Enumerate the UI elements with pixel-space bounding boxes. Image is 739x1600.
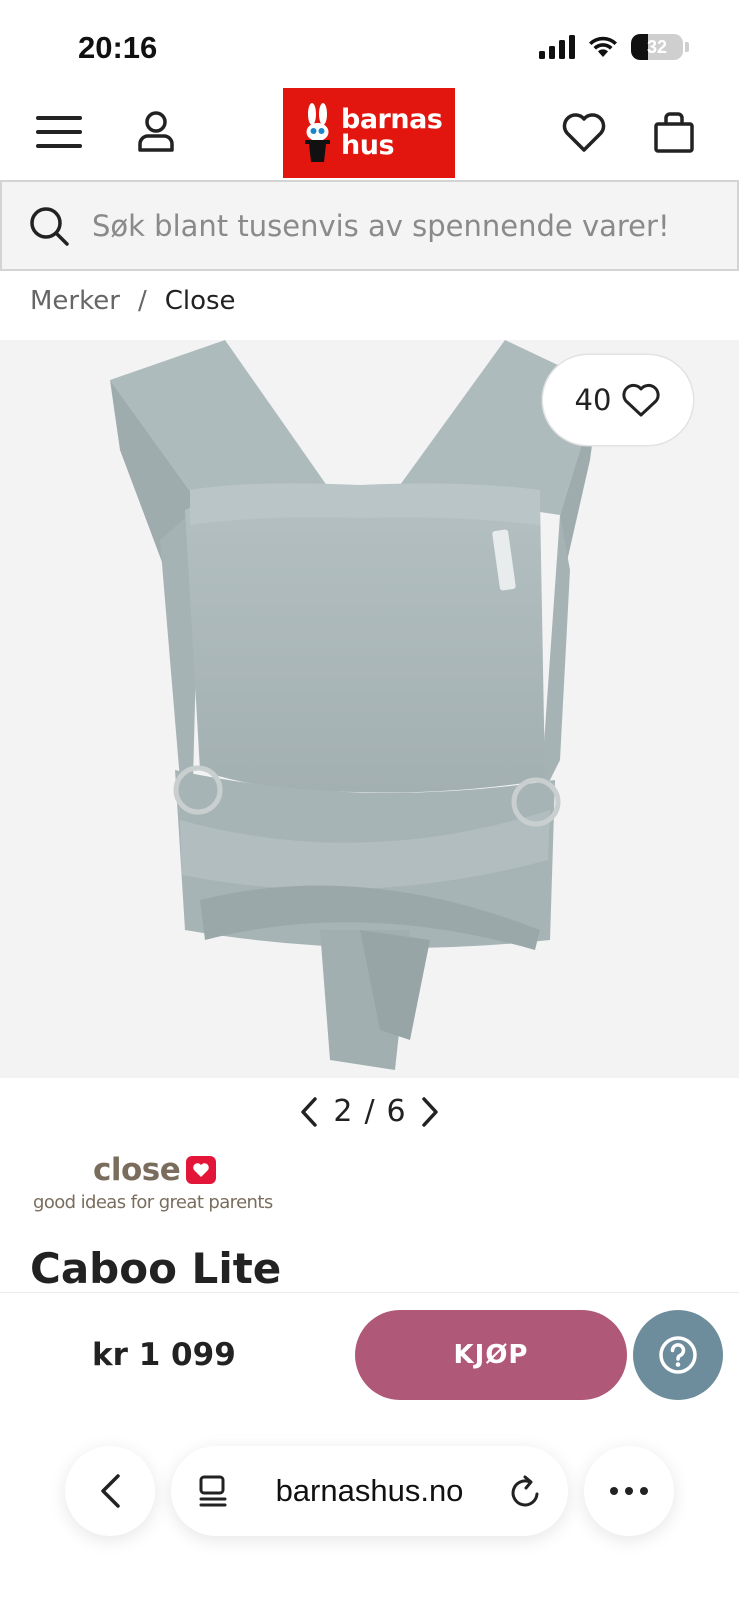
- status-icons: 32: [539, 34, 689, 60]
- question-icon: [659, 1336, 697, 1374]
- logo-text: barnas hus: [341, 104, 443, 161]
- wifi-icon: [589, 36, 617, 57]
- site-logo[interactable]: barnas hus: [283, 88, 455, 178]
- back-button[interactable]: [65, 1446, 155, 1536]
- more-dots-icon: [610, 1487, 648, 1495]
- search-input[interactable]: [92, 208, 692, 243]
- image-pager: 2 / 6: [0, 1094, 739, 1129]
- pager-separator: /: [364, 1094, 375, 1129]
- more-button[interactable]: [584, 1446, 674, 1536]
- product-price: kr 1 099: [92, 1337, 236, 1373]
- heart-icon: [622, 383, 660, 417]
- breadcrumb-separator: /: [137, 286, 147, 316]
- search-bar[interactable]: [0, 180, 739, 271]
- bunny-hat-icon: [305, 103, 330, 162]
- menu-icon[interactable]: [31, 104, 87, 160]
- favorite-badge[interactable]: 40: [543, 355, 693, 445]
- brand-heart-icon: [186, 1156, 217, 1184]
- address-bar[interactable]: barnashus.no: [171, 1446, 568, 1536]
- brand-tagline: good ideas for great parents: [33, 1192, 273, 1213]
- help-button[interactable]: [633, 1310, 723, 1400]
- breadcrumb-link-merker[interactable]: Merker: [30, 286, 120, 316]
- cart-bag-icon[interactable]: [646, 104, 702, 160]
- site-header: barnas hus: [0, 88, 739, 178]
- product-image-carousel[interactable]: 40: [0, 340, 739, 1078]
- url-text: barnashus.no: [275, 1473, 464, 1508]
- product-title: Caboo Lite: [30, 1244, 282, 1292]
- chevron-left-icon[interactable]: [297, 1095, 321, 1129]
- page-tabs-icon: [199, 1475, 227, 1507]
- battery-icon: 32: [631, 34, 683, 60]
- breadcrumb-current: Close: [164, 286, 236, 316]
- baby-carrier-image: [110, 340, 600, 1070]
- brand-logo[interactable]: close good ideas for great parents: [33, 1152, 283, 1213]
- status-time: 20:16: [78, 30, 158, 65]
- browser-toolbar: barnashus.no: [0, 1446, 739, 1536]
- reload-icon[interactable]: [510, 1474, 542, 1508]
- battery-level: 32: [646, 36, 668, 57]
- wishlist-heart-icon[interactable]: [556, 104, 612, 160]
- chevron-left-icon: [101, 1474, 120, 1508]
- account-icon[interactable]: [128, 104, 184, 160]
- favorite-count: 40: [574, 383, 612, 417]
- chevron-right-icon[interactable]: [418, 1095, 442, 1129]
- status-bar: 20:16 32: [0, 0, 739, 88]
- battery-cap: [685, 42, 689, 52]
- pager-current: 2: [333, 1094, 353, 1129]
- brand-name: close: [33, 1152, 283, 1188]
- signal-icon: [539, 35, 575, 59]
- breadcrumb: Merker / Close: [30, 286, 236, 316]
- buy-button[interactable]: KJØP: [355, 1310, 627, 1400]
- search-icon: [30, 206, 69, 246]
- pager-total: 6: [386, 1094, 406, 1129]
